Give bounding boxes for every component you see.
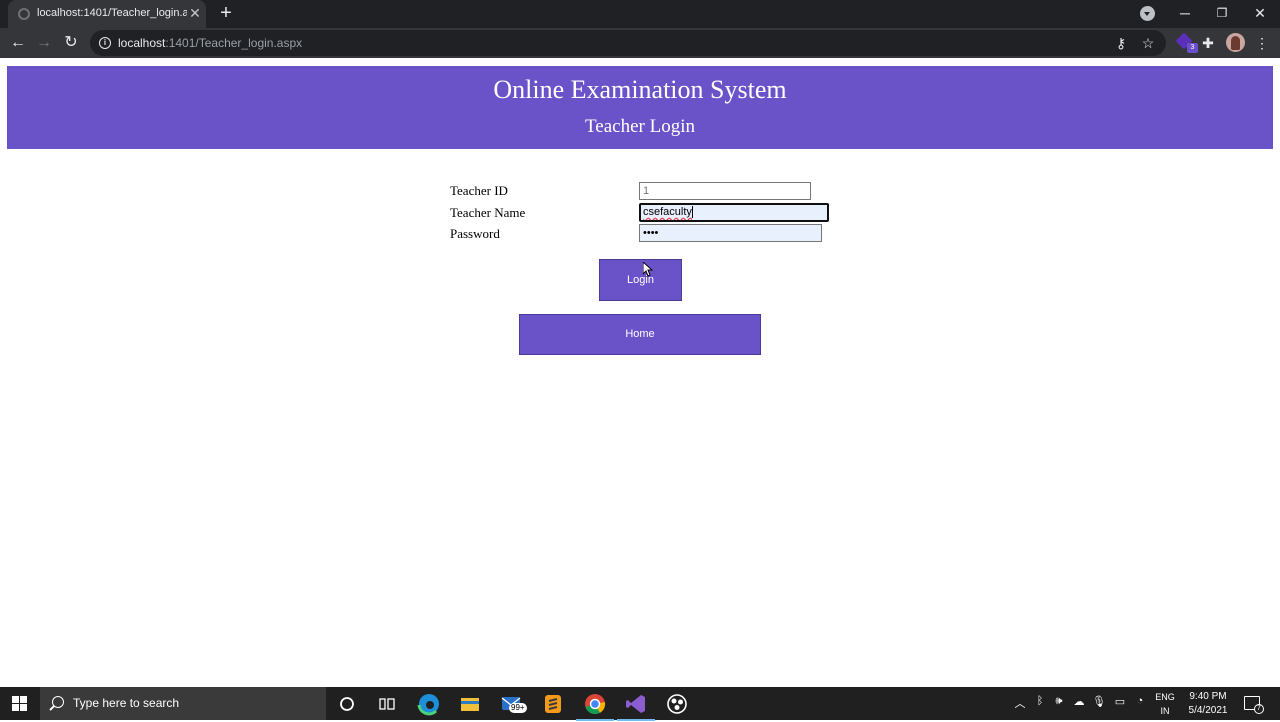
cortana-icon[interactable] [334, 691, 360, 717]
reload-icon[interactable]: ↻ [61, 33, 81, 53]
page-subtitle: Teacher Login [585, 116, 695, 137]
teacher-name-label: Teacher Name [450, 205, 526, 220]
file-explorer-icon[interactable] [457, 691, 483, 717]
lang-region: IN [1160, 706, 1170, 716]
profile-avatar[interactable] [1226, 33, 1245, 52]
web-page: Online Examination System Teacher Login … [0, 58, 1280, 687]
task-view-icon[interactable] [374, 691, 400, 717]
password-value: •••• [643, 227, 659, 239]
chrome-icon[interactable] [576, 691, 614, 721]
teacher-name-value: csefaculty [643, 206, 692, 218]
teacher-name-input[interactable]: csefaculty [639, 203, 829, 222]
site-title: Online Examination System [493, 75, 787, 104]
taskbar: Type here to search 99+ ︿ ᛒ 🕪 ☁ 🎙 ▭ ◔ EN… [0, 687, 1280, 721]
new-tab-button[interactable]: + [216, 3, 236, 24]
minimize-button[interactable]: ─ [1170, 2, 1200, 24]
language-indicator[interactable]: ENG IN [1152, 690, 1178, 718]
address-bar[interactable]: i localhost:1401/Teacher_login.aspx ⚷ ☆ [90, 30, 1166, 56]
password-label: Password [450, 226, 500, 241]
browser-tab-strip: localhost:1401/Teacher_login.aspx ✕ + ─ … [0, 0, 1280, 28]
browser-toolbar: ← → ↻ i localhost:1401/Teacher_login.asp… [0, 28, 1280, 58]
tab-title: localhost:1401/Teacher_login.aspx [37, 7, 187, 19]
back-arrow-icon[interactable]: ← [8, 33, 28, 53]
mail-icon[interactable]: 99+ [499, 691, 527, 717]
obs-studio-icon[interactable] [664, 691, 690, 717]
text-caret [691, 206, 693, 219]
restore-button[interactable]: ❐ [1207, 2, 1237, 24]
forward-arrow-icon[interactable]: → [34, 33, 54, 53]
bluetooth-icon[interactable]: ᛒ [1032, 695, 1048, 707]
login-button[interactable]: Login [599, 259, 682, 301]
notification-count-badge: 7 [1254, 704, 1264, 714]
teacher-id-input[interactable]: 1 [639, 182, 811, 200]
url-path: :1401/Teacher_login.aspx [165, 36, 303, 50]
visual-studio-icon[interactable] [617, 691, 655, 721]
edge-browser-icon[interactable] [416, 691, 442, 717]
search-icon [52, 696, 64, 708]
show-hidden-icons-chevron-icon[interactable]: ︿ [1012, 695, 1028, 711]
puzzle-extensions-icon[interactable]: ✚ [1198, 33, 1218, 53]
key-icon[interactable]: ⚷ [1112, 34, 1130, 52]
browser-tab[interactable]: localhost:1401/Teacher_login.aspx ✕ [8, 0, 206, 28]
battery-icon[interactable]: ▭ [1112, 695, 1128, 708]
password-input[interactable]: •••• [639, 224, 822, 242]
clock-time: 9:40 PM [1189, 691, 1227, 702]
taskbar-search-box[interactable]: Type here to search [40, 687, 326, 720]
wifi-icon[interactable]: ◔ [1132, 695, 1148, 707]
url-host: localhost [118, 36, 166, 50]
onedrive-icon[interactable]: ☁ [1071, 695, 1087, 708]
extension-icon[interactable]: 3 [1175, 32, 1198, 53]
bookmark-star-icon[interactable]: ☆ [1139, 34, 1157, 52]
sublime-text-icon[interactable] [540, 691, 566, 717]
tab-search-icon[interactable] [1140, 6, 1155, 21]
lang-code: ENG [1155, 692, 1175, 702]
teacher-id-value: 1 [643, 185, 650, 197]
search-placeholder: Type here to search [73, 696, 180, 710]
volume-icon[interactable]: 🕪 [1051, 695, 1067, 708]
more-menu-icon[interactable]: ⋮ [1252, 33, 1272, 53]
globe-icon [18, 8, 30, 20]
mail-badge: 99+ [509, 703, 527, 713]
home-button[interactable]: Home [519, 314, 761, 355]
system-clock[interactable]: 9:40 PM 5/4/2021 [1180, 690, 1236, 718]
teacher-id-label: Teacher ID [450, 183, 508, 198]
header-banner: Online Examination System Teacher Login [7, 66, 1273, 149]
extension-badge: 3 [1187, 43, 1198, 53]
site-info-icon[interactable]: i [99, 37, 111, 49]
url-text[interactable]: localhost:1401/Teacher_login.aspx [118, 36, 302, 50]
windows-start-icon[interactable] [12, 696, 28, 712]
microphone-icon[interactable]: 🎙 [1091, 695, 1107, 708]
close-tab-icon[interactable]: ✕ [187, 5, 203, 21]
close-window-button[interactable]: ✕ [1245, 2, 1275, 24]
clock-date: 5/4/2021 [1188, 705, 1228, 716]
